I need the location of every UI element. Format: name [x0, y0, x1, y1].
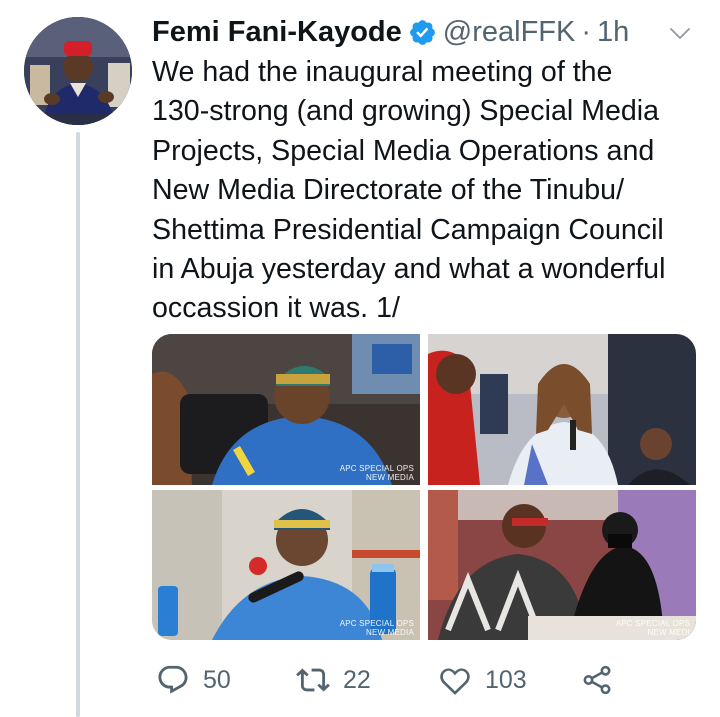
tweet-text-line: occassion it was. 1/ [152, 292, 400, 325]
watermark: APC SPECIAL OPS NEW MEDIA [339, 619, 414, 637]
separator-dot: · [581, 15, 592, 48]
tweet-text-line: Projects, Special Media Operations and [152, 134, 655, 167]
author-name[interactable]: Femi Fani-Kayode [152, 16, 402, 49]
tweet-text-line: 130-strong (and growing) Special Media [152, 95, 660, 128]
media-photo-4[interactable]: APC SPECIAL OPS NEW MEDI [428, 490, 696, 640]
retweet-icon [296, 663, 330, 697]
share-button[interactable] [580, 660, 614, 700]
watermark: APC SPECIAL OPS NEW MEDI [615, 619, 690, 637]
tweet-header: Femi Fani-Kayode @realFFK · 1h [152, 14, 712, 50]
tweet[interactable]: Femi Fani-Kayode @realFFK · 1h We had th… [0, 0, 720, 717]
tweet-text-line: We had the inaugural meeting of the [152, 56, 613, 88]
tweet-actions: 50 22 103 [152, 660, 712, 700]
tweet-text-line: in Abuja yesterday and what a wonderful [152, 253, 666, 286]
thread-line [76, 132, 80, 717]
chevron-down-icon[interactable] [668, 22, 692, 46]
like-count: 103 [485, 665, 527, 694]
media-grid: APC SPECIAL OPS NEW MEDIA APC SPECIAL OP… [152, 334, 696, 640]
retweet-button[interactable]: 22 [296, 660, 371, 700]
reply-count: 50 [203, 665, 231, 694]
like-button[interactable]: 103 [438, 660, 527, 700]
share-icon [580, 663, 614, 697]
tweet-text-line: Shettima Presidential Campaign Council [152, 213, 664, 246]
tweet-timestamp[interactable]: 1h [597, 16, 629, 49]
retweet-count: 22 [343, 665, 371, 694]
avatar-photo [24, 17, 132, 125]
watermark: APC SPECIAL OPS NEW MEDIA [339, 464, 414, 482]
media-photo-3[interactable]: APC SPECIAL OPS NEW MEDIA [152, 490, 420, 640]
avatar[interactable] [24, 17, 132, 125]
tweet-text-line: New Media Directorate of the Tinubu/ [152, 174, 625, 207]
reply-icon [156, 663, 190, 697]
media-photo-2[interactable] [428, 334, 696, 485]
tweet-text: We had the inaugural meeting of the 130-… [152, 53, 712, 329]
reply-button[interactable]: 50 [156, 660, 231, 700]
heart-icon [438, 663, 472, 697]
media-photo-1[interactable]: APC SPECIAL OPS NEW MEDIA [152, 334, 420, 485]
verified-badge-icon [408, 18, 437, 47]
author-handle[interactable]: @realFFK [443, 16, 576, 49]
